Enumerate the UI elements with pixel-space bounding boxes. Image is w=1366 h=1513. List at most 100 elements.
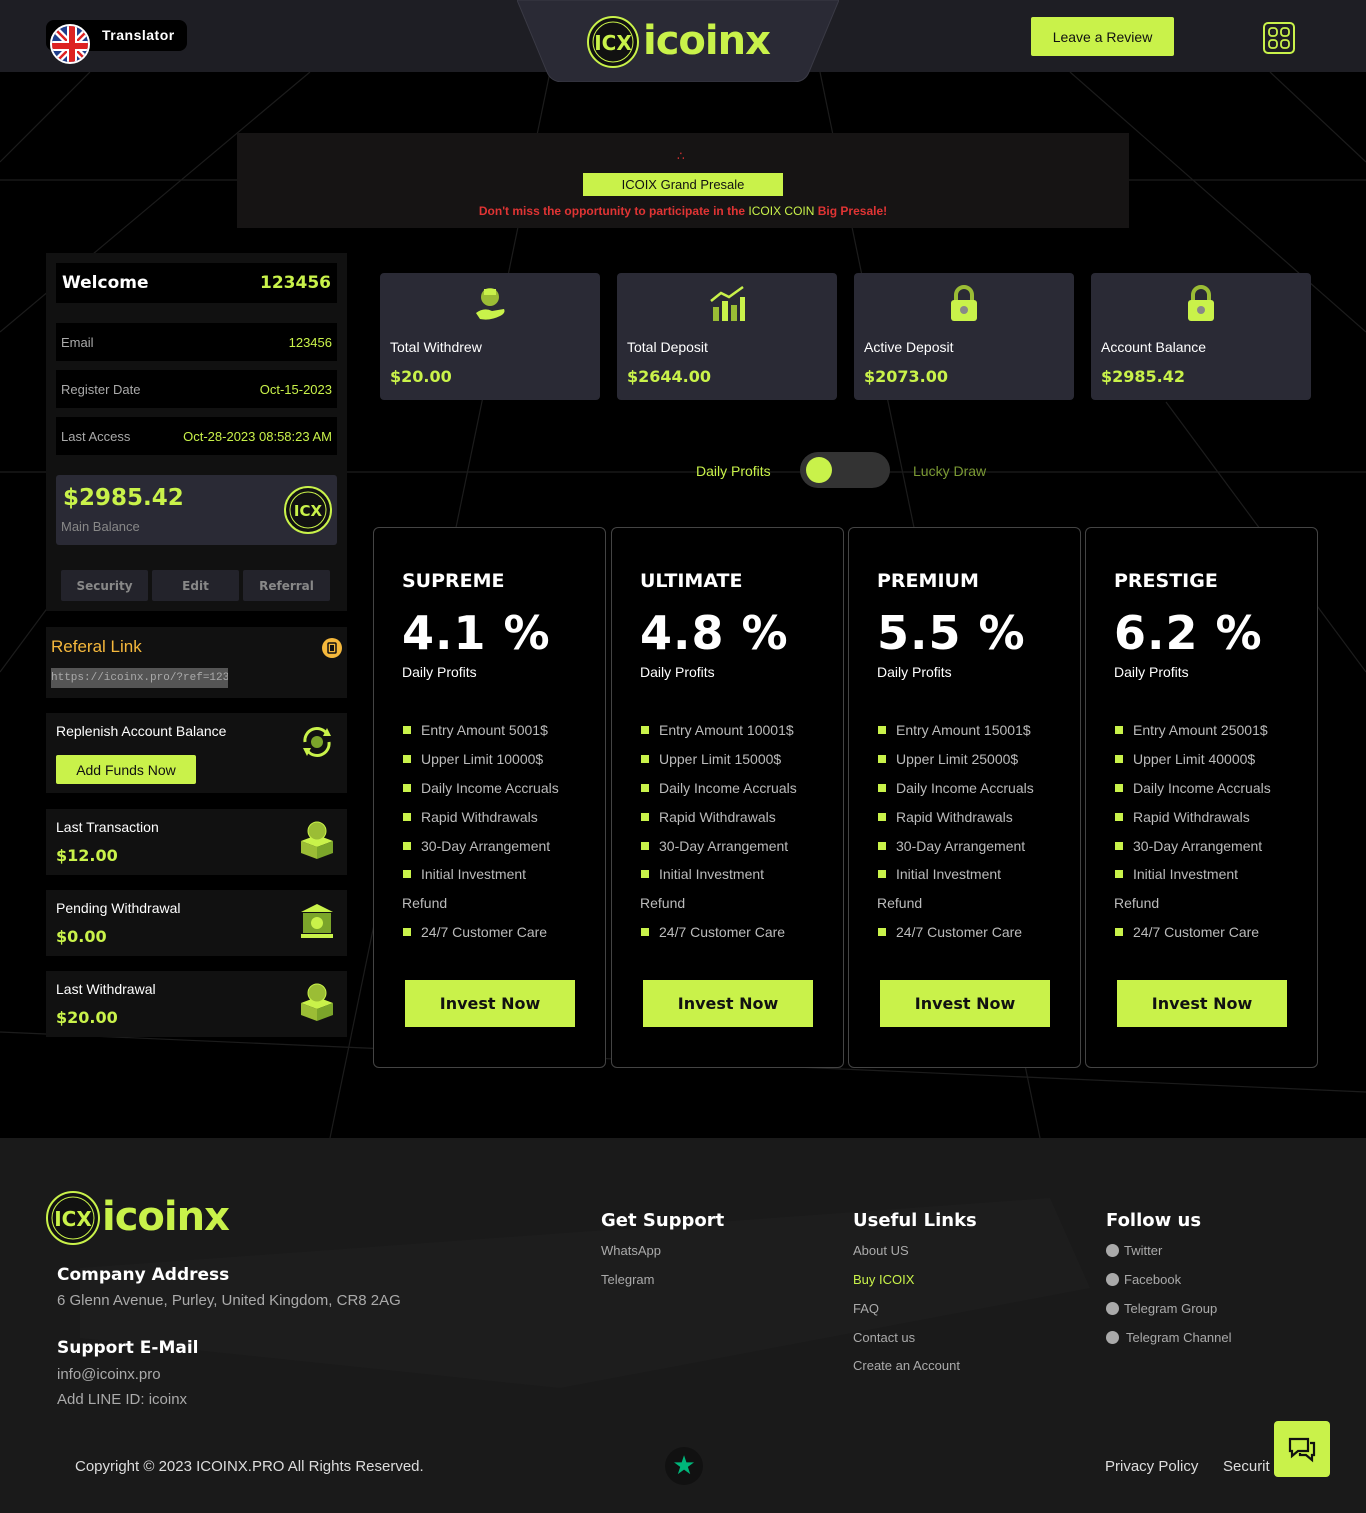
copyright-text: Copyright © 2023 ICOINX.PRO All Rights R… (75, 1458, 424, 1475)
plan-feature: Upper Limit 25000$ (877, 750, 1077, 779)
info-row-last-access: Last Access Oct-28-2023 08:58:23 AM (56, 417, 337, 455)
footer-link-twitter[interactable]: Twitter (1124, 1243, 1162, 1258)
menu-grid-icon[interactable] (1263, 22, 1295, 54)
tab-referral[interactable]: Referral (243, 570, 330, 601)
get-support-title: Get Support (601, 1210, 725, 1231)
info-value: Oct-15-2023 (259, 382, 332, 397)
site-logo[interactable]: ICX icoinx (587, 14, 787, 70)
footer-link-telegram-channel[interactable]: Telegram Channel (1126, 1330, 1232, 1345)
stat-value: $20.00 (390, 367, 452, 386)
coin-box-icon (301, 821, 333, 859)
facebook-icon[interactable] (1106, 1273, 1119, 1286)
plan-feature: Entry Amount 5001$ (402, 721, 602, 750)
main-balance-amount: $2985.42 (63, 485, 184, 511)
plan-card-prestige: PRESTIGE 6.2 % Daily Profits Entry Amoun… (1085, 527, 1318, 1068)
growth-chart-icon (710, 285, 745, 321)
copy-icon[interactable] (322, 638, 342, 658)
plan-feature: 24/7 Customer Care (640, 923, 840, 952)
leave-review-button[interactable]: Leave a Review (1031, 17, 1174, 56)
telegram-icon[interactable] (1106, 1302, 1119, 1315)
plan-feature: Daily Income Accruals (402, 779, 602, 808)
footer-link-create-account[interactable]: Create an Account (853, 1358, 960, 1373)
referral-link[interactable]: https://icoinx.pro/?ref=123456 (51, 668, 228, 688)
privacy-policy-link[interactable]: Privacy Policy (1105, 1458, 1198, 1475)
plan-feature: Refund (640, 895, 686, 912)
plan-feature: Rapid Withdrawals (877, 808, 1077, 837)
footer-link-telegram[interactable]: Telegram (601, 1272, 654, 1287)
plan-feature: Entry Amount 10001$ (640, 721, 840, 750)
stat-card-active-deposit: Active Deposit $2073.00 (854, 273, 1074, 400)
presale-text-after: Big Presale! (814, 204, 888, 218)
company-address: 6 Glenn Avenue, Purley, United Kingdom, … (57, 1292, 401, 1309)
plan-rate: 6.2 % (1114, 606, 1263, 660)
plan-rate: 4.1 % (402, 606, 551, 660)
presale-coin-name: ICOIX COIN (748, 204, 815, 218)
plan-feature: 30-Day Arrangement (877, 837, 1077, 866)
pending-withdrawal-title: Pending Withdrawal (56, 900, 181, 916)
plan-card-premium: PREMIUM 5.5 % Daily Profits Entry Amount… (848, 527, 1081, 1068)
last-withdrawal-panel: Last Withdrawal $20.00 (46, 971, 347, 1037)
plan-feature: 24/7 Customer Care (402, 923, 602, 952)
presale-text-before: Don't miss the opportunity to participat… (478, 204, 749, 218)
translator-widget[interactable]: Translator (46, 20, 187, 64)
money-hand-icon (476, 288, 505, 320)
security-link[interactable]: Securit (1223, 1458, 1270, 1475)
add-funds-button[interactable]: Add Funds Now (56, 755, 196, 784)
footer-logo[interactable]: ICX icoinx (46, 1190, 236, 1248)
main-balance-label: Main Balance (61, 519, 140, 534)
invest-now-button[interactable]: Invest Now (1117, 980, 1287, 1027)
chat-icon[interactable] (1274, 1421, 1330, 1477)
footer-link-about[interactable]: About US (853, 1243, 909, 1258)
plan-type-toggle[interactable] (800, 452, 890, 488)
plan-feature: Upper Limit 40000$ (1114, 750, 1314, 779)
plan-subtitle: Daily Profits (640, 664, 715, 680)
plan-feature: Refund (402, 895, 448, 912)
plan-name: SUPREME (402, 570, 505, 592)
info-row-email: Email 123456 (56, 323, 337, 361)
footer-link-buy-icoix[interactable]: Buy ICOIX (853, 1272, 914, 1287)
twitter-icon[interactable] (1106, 1244, 1119, 1257)
plan-subtitle: Daily Profits (1114, 664, 1189, 680)
plan-feature: 24/7 Customer Care (1114, 923, 1314, 952)
support-email[interactable]: info@icoinx.pro (57, 1366, 161, 1383)
telegram-icon[interactable] (1106, 1331, 1119, 1344)
stat-value: $2644.00 (627, 367, 712, 386)
footer-link-whatsapp[interactable]: WhatsApp (601, 1243, 661, 1258)
plan-feature: Initial Investment (402, 865, 602, 894)
info-label: Email (61, 335, 94, 350)
footer-link-telegram-group[interactable]: Telegram Group (1124, 1301, 1217, 1316)
info-label: Last Access (61, 429, 131, 444)
footer-link-contact[interactable]: Contact us (853, 1330, 915, 1345)
stat-label: Active Deposit (864, 339, 954, 355)
invest-now-button[interactable]: Invest Now (880, 980, 1050, 1027)
stat-label: Total Deposit (627, 339, 708, 355)
toggle-daily-profits-label[interactable]: Daily Profits (696, 463, 771, 479)
plan-features: Entry Amount 10001$ Upper Limit 15000$ D… (640, 721, 840, 952)
coin-box-icon (301, 983, 333, 1021)
last-transaction-value: $12.00 (56, 846, 118, 865)
stat-value: $2073.00 (864, 367, 949, 386)
tab-edit[interactable]: Edit (152, 570, 239, 601)
main-balance-card: $2985.42 Main Balance ICX (56, 475, 337, 545)
plan-feature: Rapid Withdrawals (1114, 808, 1314, 837)
info-label: Register Date (61, 382, 141, 397)
tab-security[interactable]: Security (61, 570, 148, 601)
invest-now-button[interactable]: Invest Now (643, 980, 813, 1027)
stat-card-total-deposit: Total Deposit $2644.00 (617, 273, 837, 400)
presale-badge[interactable]: ICOIX Grand Presale (583, 173, 783, 196)
plan-card-ultimate: ULTIMATE 4.8 % Daily Profits Entry Amoun… (611, 527, 844, 1068)
invest-now-button[interactable]: Invest Now (405, 980, 575, 1027)
svg-text:ICX: ICX (294, 502, 323, 520)
footer-link-facebook[interactable]: Facebook (1124, 1272, 1181, 1287)
referral-panel: Referal Link https://icoinx.pro/?ref=123… (46, 627, 347, 698)
padlock-icon (951, 285, 977, 321)
plan-name: PREMIUM (877, 570, 979, 592)
plan-feature: Upper Limit 15000$ (640, 750, 840, 779)
svg-text:ICX: ICX (54, 1207, 92, 1231)
stat-card-account-balance: Account Balance $2985.42 (1091, 273, 1311, 400)
coin-icon: ICX (284, 486, 332, 534)
plan-feature: Initial Investment (1114, 865, 1314, 894)
trustpilot-star-icon[interactable]: ★ (665, 1447, 703, 1485)
footer-link-faq[interactable]: FAQ (853, 1301, 879, 1316)
toggle-lucky-draw-label[interactable]: Lucky Draw (913, 463, 986, 479)
